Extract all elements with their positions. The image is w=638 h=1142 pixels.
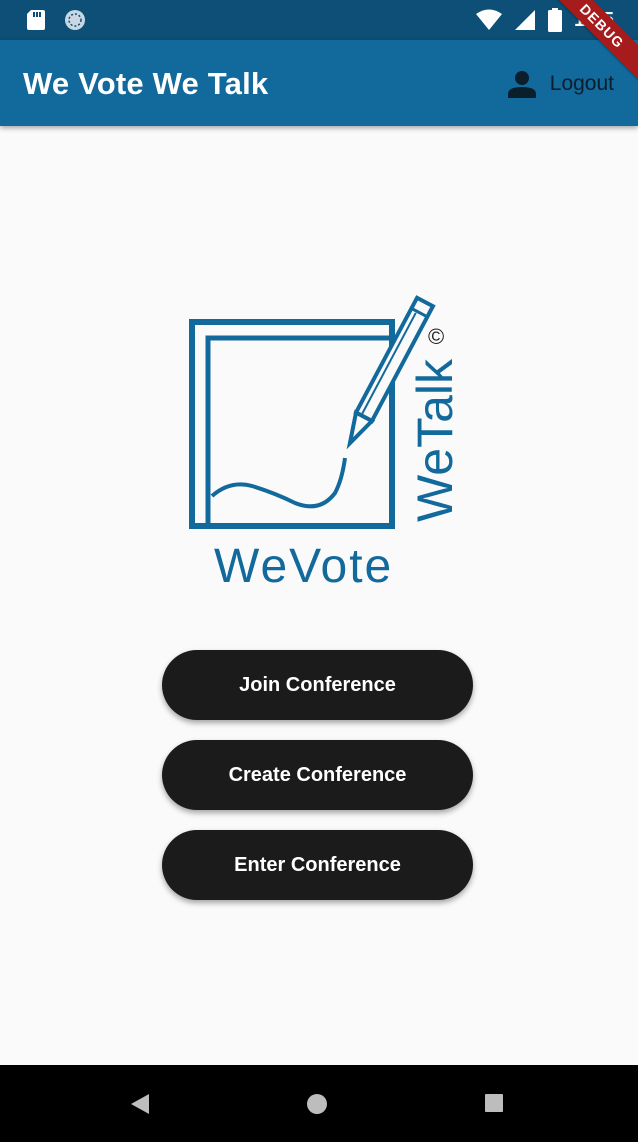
logo-mark: © — [428, 324, 444, 349]
back-icon[interactable] — [129, 1093, 151, 1115]
join-conference-button[interactable]: Join Conference — [162, 650, 473, 720]
logo-text-wetalk: WeTalk — [407, 358, 463, 522]
recents-icon[interactable] — [484, 1093, 504, 1113]
status-left — [26, 9, 86, 31]
create-conference-button[interactable]: Create Conference — [162, 740, 473, 810]
system-nav-bar — [0, 1065, 638, 1142]
app-bar: We Vote We Talk Logout — [0, 40, 638, 126]
sd-card-icon — [27, 10, 45, 30]
signal-icon — [514, 10, 535, 30]
sync-icon — [65, 10, 85, 30]
battery-icon — [547, 8, 562, 32]
enter-conference-button[interactable]: Enter Conference — [162, 830, 473, 900]
app-logo: © WeTalk WeVote — [189, 295, 463, 588]
logout-label: Logout — [549, 72, 614, 95]
status-bar: 1:45 — [0, 0, 638, 40]
home-icon[interactable] — [306, 1093, 328, 1115]
logout-button[interactable]: Logout — [507, 62, 614, 106]
person-icon — [507, 71, 536, 98]
app-title: We Vote We Talk — [23, 66, 269, 101]
wifi-icon — [475, 9, 502, 30]
logo-text-wevote: WeVote — [214, 540, 393, 588]
